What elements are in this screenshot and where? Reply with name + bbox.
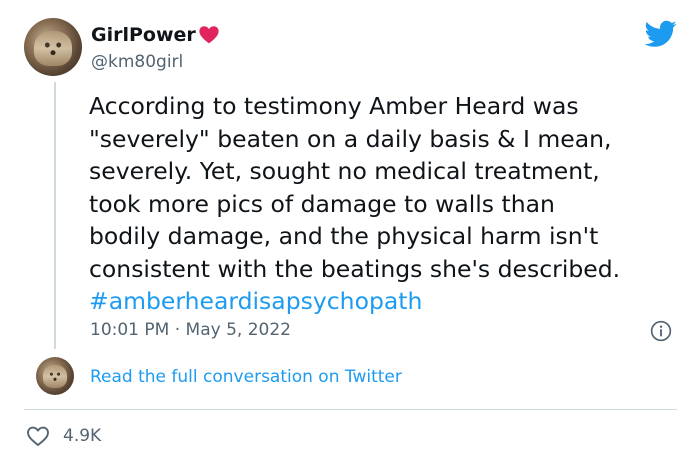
info-icon[interactable] [650,320,672,342]
tweet-line: severely. Yet, sought no medical treatme… [89,157,600,185]
hashtag-link[interactable]: #amberheardisapsychopath [89,287,422,315]
tweet-line: took more pics of damage to walls than [89,189,555,218]
tweet-line: "severely" beaten on a daily basis & I m… [89,124,612,153]
thread-connector-line [54,82,56,349]
author-handle[interactable]: @km80girl [91,52,183,72]
tweet-body: According to testimony Amber Heard was "… [89,90,679,318]
author-avatar[interactable] [24,18,82,76]
divider [24,409,677,410]
author-name-text: GirlPower [91,24,196,46]
heart-outline-icon[interactable] [26,425,50,447]
tweet-timestamp[interactable]: 10:01 PM · May 5, 2022 [90,320,291,340]
twitter-bird-icon[interactable] [645,20,677,48]
reply-avatar[interactable] [36,357,74,395]
tweet-line: consistent with the beatings she's descr… [89,254,621,283]
red-heart-icon [199,26,219,44]
read-conversation-link[interactable]: Read the full conversation on Twitter [90,367,402,387]
author-display-name[interactable]: GirlPower [91,24,220,46]
tweet-line: According to testimony Amber Heard was [89,92,579,120]
tweet-line: bodily damage, and the physical harm isn… [89,222,599,250]
like-count[interactable]: 4.9K [63,426,101,446]
